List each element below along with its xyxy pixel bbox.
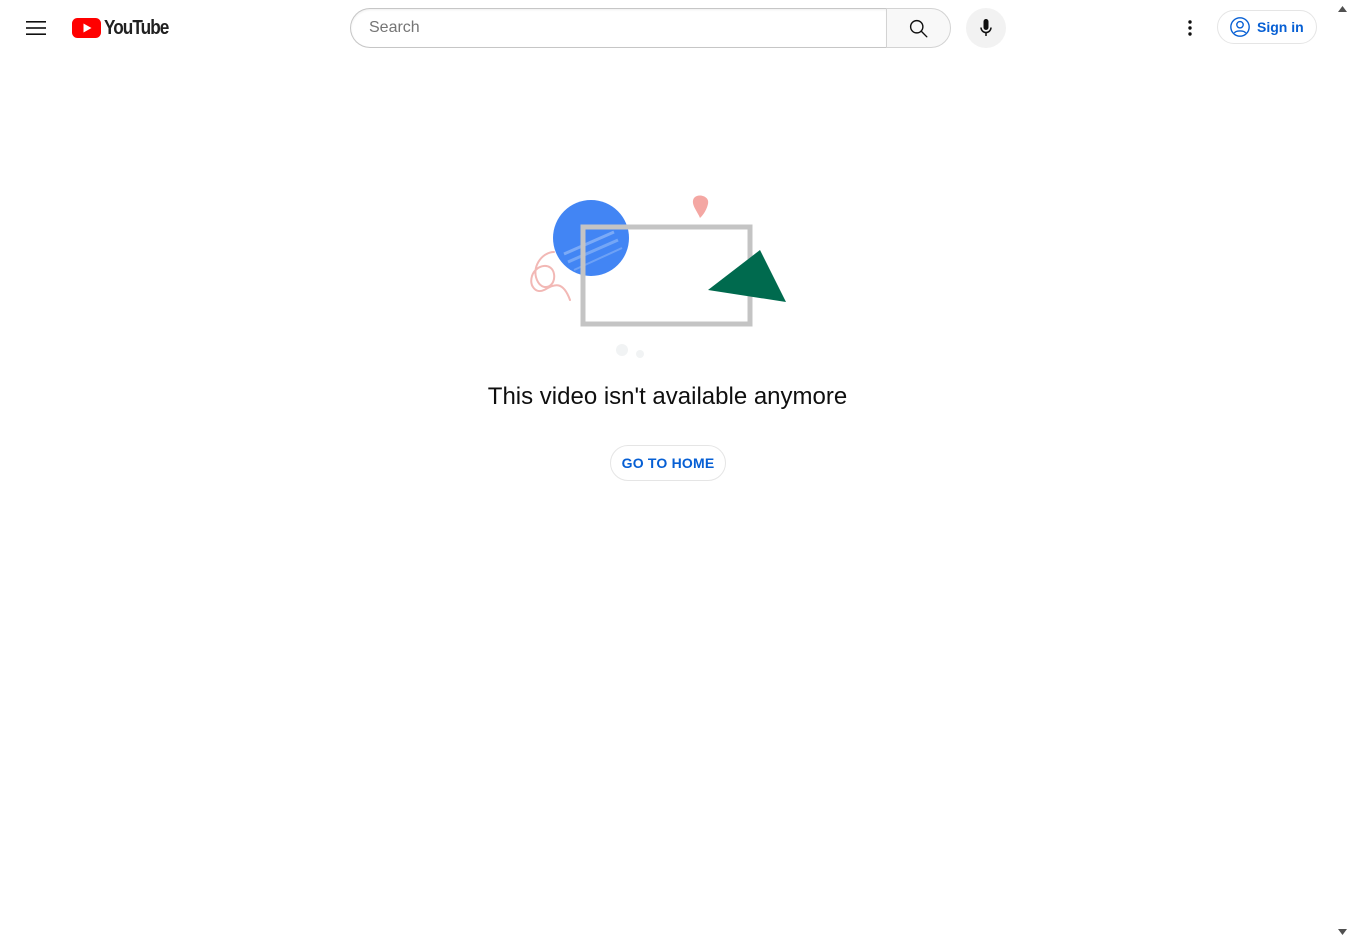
youtube-logo[interactable]: YouTube <box>72 17 179 39</box>
scroll-up-arrow[interactable] <box>1338 4 1347 13</box>
microphone-icon <box>980 19 992 36</box>
page: YouTube Search Sign in This video isn't … <box>0 0 1350 940</box>
search-box <box>350 8 887 48</box>
user-circle-icon <box>1229 16 1251 38</box>
go-to-home-button[interactable]: GO TO HOME <box>610 445 726 481</box>
hamburger-menu-icon <box>26 21 46 35</box>
search-icon <box>909 19 928 38</box>
page-scrollbar[interactable] <box>1335 0 1350 940</box>
voice-search-button[interactable] <box>966 8 1006 48</box>
scroll-up-icon <box>1338 5 1347 12</box>
youtube-play-icon <box>72 18 101 38</box>
scroll-down-icon <box>1338 928 1347 935</box>
sign-in-button[interactable]: Sign in <box>1217 10 1317 44</box>
error-message: This video isn't available anymore <box>487 383 848 410</box>
guide-menu-button[interactable] <box>16 8 56 48</box>
vertical-dots-icon <box>1188 20 1192 36</box>
sign-in-label: Sign in <box>1257 19 1304 35</box>
logo-wordmark: YouTube <box>104 17 169 39</box>
search-input[interactable] <box>367 18 871 38</box>
masthead: YouTube Search Sign in <box>0 0 1335 56</box>
settings-more-button[interactable] <box>1170 8 1210 48</box>
scroll-down-arrow[interactable] <box>1338 927 1347 936</box>
unavailable-video-illustration <box>530 195 786 358</box>
search-button[interactable] <box>886 8 951 48</box>
